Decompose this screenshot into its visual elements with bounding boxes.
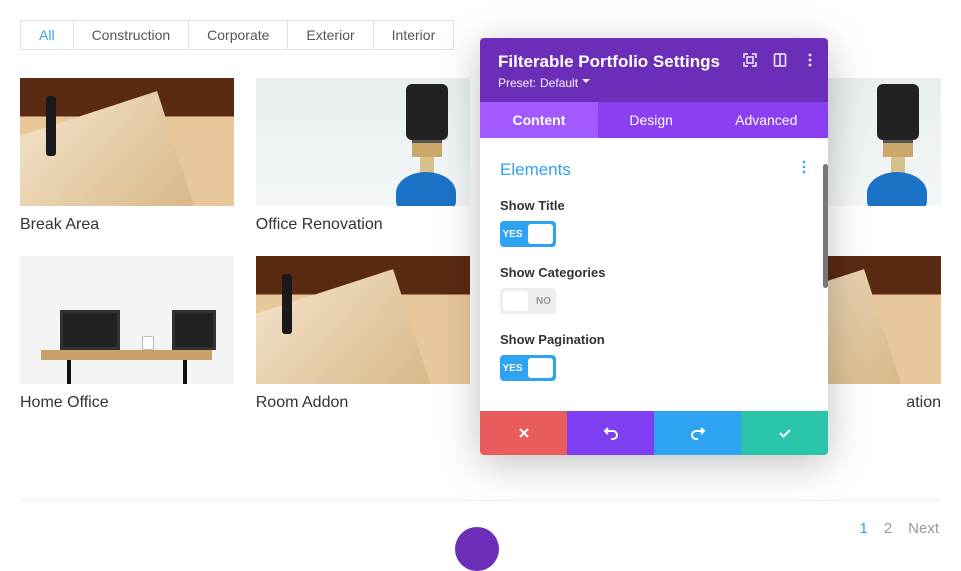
panel-tabs: Content Design Advanced (480, 102, 828, 138)
field-show-title: Show Title YES (500, 198, 808, 247)
preset-value: Default (540, 76, 578, 90)
tab-design[interactable]: Design (598, 102, 705, 138)
toggle-show-title[interactable]: YES (500, 221, 556, 247)
section-menu-icon[interactable] (798, 160, 810, 177)
scrollbar[interactable] (823, 164, 828, 288)
field-label: Show Pagination (500, 332, 808, 347)
field-show-categories: Show Categories NO (500, 265, 808, 314)
module-add-button[interactable] (455, 527, 499, 571)
settings-panel: Filterable Portfolio Settings Preset: De… (480, 38, 828, 455)
divider (20, 500, 941, 501)
pagination: 1 2 Next (859, 520, 939, 537)
portfolio-item[interactable]: Home Office (20, 256, 234, 412)
page-next[interactable]: Next (908, 520, 939, 537)
cancel-button[interactable] (480, 411, 567, 455)
save-button[interactable] (741, 411, 828, 455)
page-1[interactable]: 1 (859, 520, 867, 537)
portfolio-title: Break Area (20, 216, 234, 234)
portfolio-thumb (20, 78, 234, 206)
tab-advanced[interactable]: Advanced (705, 102, 828, 138)
section-title[interactable]: Elements (500, 160, 808, 180)
portfolio-title: Office Renovation (256, 216, 470, 234)
filter-corporate[interactable]: Corporate (188, 20, 288, 50)
portfolio-title: Home Office (20, 394, 234, 412)
filter-all[interactable]: All (20, 20, 74, 50)
portfolio-thumb (20, 256, 234, 384)
page-2[interactable]: 2 (884, 520, 892, 537)
portfolio-item[interactable]: Break Area (20, 78, 234, 234)
toggle-knob (503, 291, 528, 311)
panel-actions (480, 411, 828, 455)
redo-button[interactable] (654, 411, 741, 455)
responsive-icon[interactable] (772, 52, 788, 68)
portfolio-title: Room Addon (256, 394, 470, 412)
preset-label: Preset: (498, 76, 536, 90)
panel-body: Elements Show Title YES Show Categories … (480, 138, 828, 411)
toggle-show-categories[interactable]: NO (500, 288, 556, 314)
field-show-pagination: Show Pagination YES (500, 332, 808, 381)
filter-interior[interactable]: Interior (373, 20, 455, 50)
panel-header[interactable]: Filterable Portfolio Settings Preset: De… (480, 38, 828, 102)
toggle-show-pagination[interactable]: YES (500, 355, 556, 381)
undo-button[interactable] (567, 411, 654, 455)
toggle-on-text: YES (500, 221, 525, 247)
toggle-knob (528, 224, 553, 244)
toggle-on-text: YES (500, 355, 525, 381)
filter-exterior[interactable]: Exterior (287, 20, 373, 50)
portfolio-thumb (256, 78, 470, 206)
tab-content[interactable]: Content (480, 102, 598, 138)
portfolio-item[interactable]: Office Renovation (256, 78, 470, 234)
field-label: Show Title (500, 198, 808, 213)
portfolio-item[interactable]: Room Addon (256, 256, 470, 412)
preset-selector[interactable]: Preset: Default (498, 76, 810, 90)
expand-icon[interactable] (742, 52, 758, 68)
toggle-off-text: NO (531, 288, 556, 314)
more-icon[interactable] (802, 52, 818, 68)
toggle-knob (528, 358, 553, 378)
filter-construction[interactable]: Construction (73, 20, 190, 50)
field-label: Show Categories (500, 265, 808, 280)
chevron-down-icon (582, 76, 590, 90)
portfolio-thumb (256, 256, 470, 384)
